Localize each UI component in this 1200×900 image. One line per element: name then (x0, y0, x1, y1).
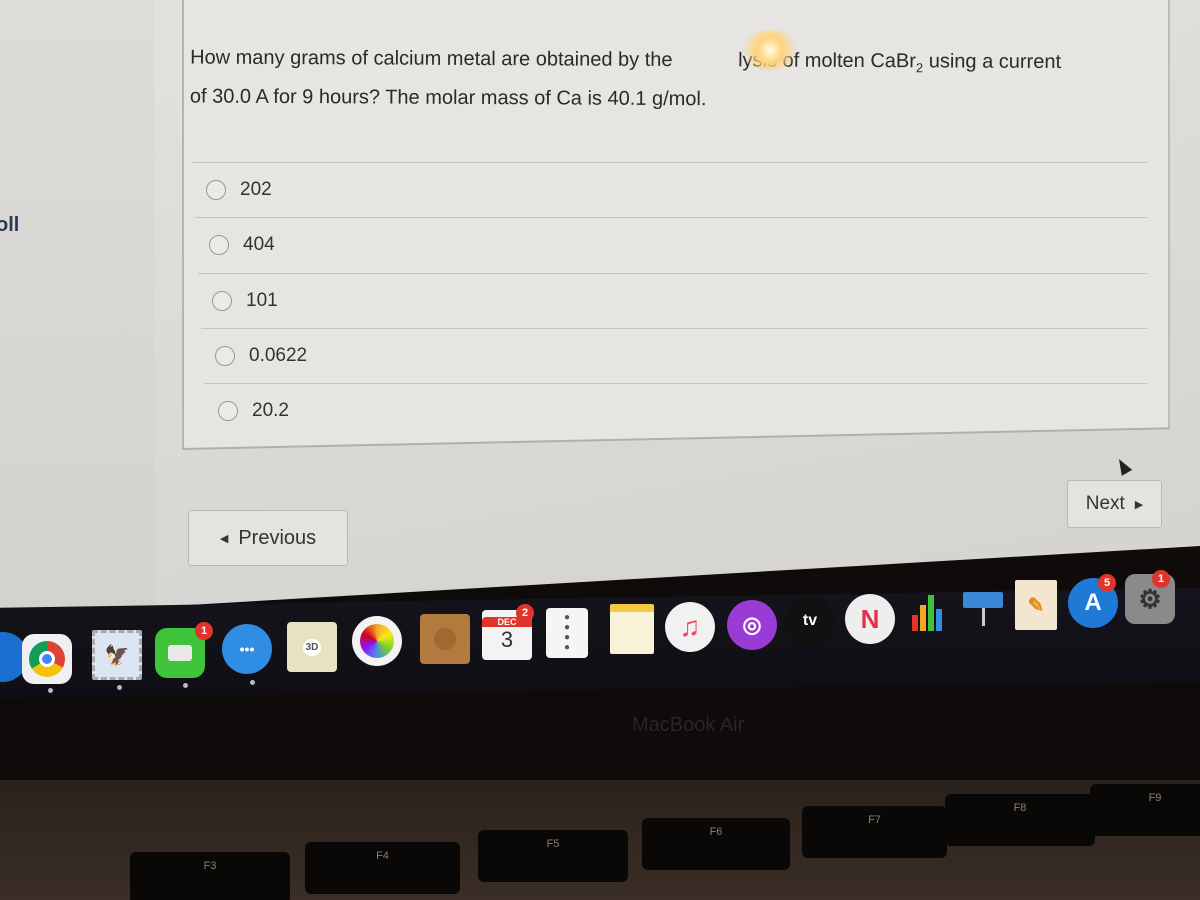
running-indicator (183, 683, 188, 688)
key-f3[interactable]: F3 (130, 852, 290, 900)
maps-icon[interactable]: 3D (287, 622, 337, 672)
previous-button[interactable]: ◀ Previous (188, 510, 348, 566)
notification-badge: 1 (195, 622, 213, 640)
key-f6[interactable]: F6 (642, 818, 790, 870)
music-icon[interactable]: ♫ (665, 602, 715, 652)
pages-icon[interactable]: ✎ (1015, 580, 1057, 630)
reminders-icon[interactable]: ● ● ● ● (546, 608, 588, 658)
key-f5[interactable]: F5 (478, 830, 628, 882)
choice-option[interactable]: 0.0622 (201, 328, 1147, 382)
screen-glare (740, 30, 800, 70)
news-icon[interactable]: N (845, 594, 895, 644)
photos-icon[interactable] (352, 616, 402, 666)
podcasts-icon[interactable]: ◎ (727, 600, 777, 650)
triangle-right-icon: ▶ (1134, 498, 1144, 511)
bezel-label: MacBook Air (632, 714, 745, 736)
notes-icon[interactable] (610, 604, 654, 654)
triangle-left-icon: ◀ (219, 532, 229, 545)
tv-icon[interactable]: tv (785, 596, 835, 646)
key-f8[interactable]: F8 (945, 794, 1095, 846)
radio-button[interactable] (206, 179, 226, 200)
radio-button[interactable] (209, 234, 229, 255)
key-f9[interactable]: F9 (1090, 784, 1200, 836)
key-f4[interactable]: F4 (305, 842, 460, 894)
mail-icon[interactable]: 🦅 (92, 630, 142, 680)
key-f7[interactable]: F7 (802, 806, 947, 858)
choice-option[interactable]: 404 (195, 217, 1147, 271)
running-indicator (48, 688, 53, 693)
radio-button[interactable] (215, 345, 235, 366)
running-indicator (117, 685, 122, 690)
notification-badge: 5 (1098, 574, 1116, 592)
question-text: How many grams of calcium metal are obta… (189, 46, 1062, 111)
radio-button[interactable] (212, 290, 232, 311)
contacts-icon[interactable] (420, 614, 470, 664)
sidebar-partial-label: oll (0, 214, 20, 236)
left-sidebar (0, 0, 155, 620)
chrome-icon[interactable] (22, 634, 72, 684)
numbers-icon[interactable] (902, 588, 952, 638)
choice-option[interactable]: 20.2 (204, 383, 1147, 437)
keynote-icon[interactable] (958, 584, 1008, 634)
choice-option[interactable]: 101 (198, 273, 1147, 327)
choice-option[interactable]: 202 (192, 162, 1147, 216)
notification-badge: 2 (516, 604, 534, 622)
notification-badge: 1 (1152, 570, 1170, 588)
radio-button[interactable] (218, 400, 238, 421)
messages-icon[interactable]: ••• (222, 624, 272, 674)
running-indicator (250, 680, 255, 685)
next-button[interactable]: Next ▶ (1067, 480, 1162, 528)
